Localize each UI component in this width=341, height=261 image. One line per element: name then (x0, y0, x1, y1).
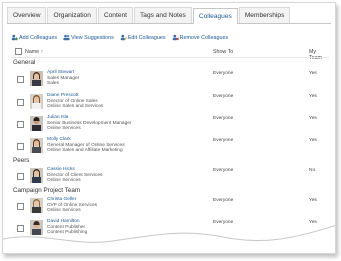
colleagues-panel: Overview Organization Content Tags and N… (2, 2, 336, 254)
torn-edge-decoration (3, 225, 335, 253)
